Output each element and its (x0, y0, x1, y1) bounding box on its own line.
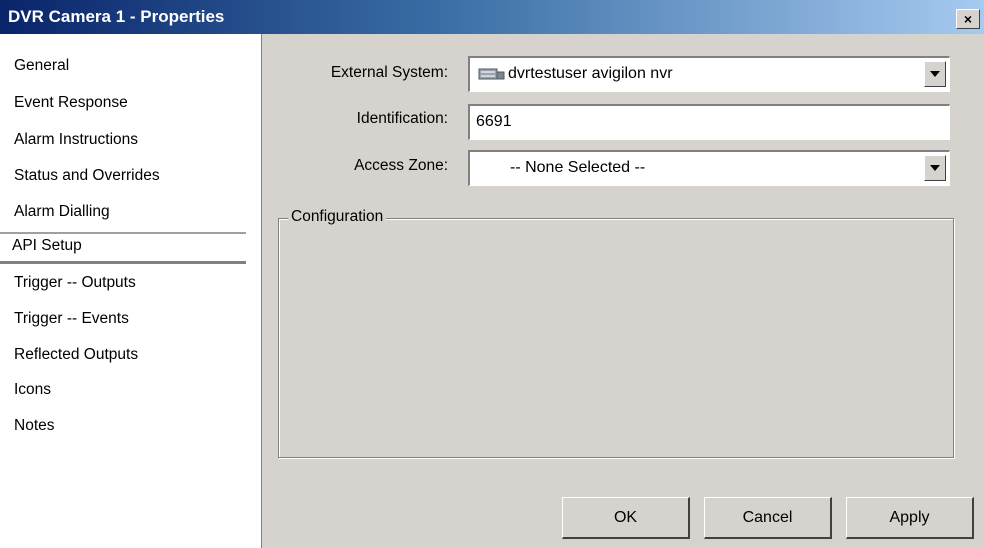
ok-button[interactable]: OK (562, 497, 690, 539)
sidebar-item-notes[interactable]: Notes (14, 411, 254, 441)
sidebar-item-reflected-outputs[interactable]: Reflected Outputs (14, 340, 254, 370)
sidebar-item-icons[interactable]: Icons (14, 375, 254, 405)
sidebar-item-api-setup[interactable]: API Setup (0, 232, 246, 264)
server-icon (478, 68, 505, 80)
access-zone-dropdown[interactable]: -- None Selected -- (468, 150, 950, 186)
external-system-value: dvrtestuser avigilon nvr (508, 65, 673, 82)
apply-button[interactable]: Apply (846, 497, 974, 539)
title-bar[interactable]: DVR Camera 1 - Properties × (0, 0, 984, 34)
identification-value: 6691 (476, 113, 512, 130)
sidebar-item-trigger-outputs[interactable]: Trigger -- Outputs (14, 268, 254, 298)
sidebar-item-status-and-overrides[interactable]: Status and Overrides (14, 161, 254, 191)
cancel-button[interactable]: Cancel (704, 497, 832, 539)
access-zone-value: -- None Selected -- (510, 159, 646, 176)
configuration-title: Configuration (288, 208, 387, 226)
window-title: DVR Camera 1 - Properties (8, 7, 225, 26)
identification-input[interactable]: 6691 (468, 104, 950, 140)
sidebar-item-event-response[interactable]: Event Response (14, 88, 254, 118)
sidebar-item-general[interactable]: General (14, 51, 254, 81)
chevron-down-icon[interactable] (924, 61, 946, 87)
external-system-label: External System: (330, 64, 448, 81)
chevron-down-icon[interactable] (924, 155, 946, 181)
sidebar-item-alarm-dialling[interactable]: Alarm Dialling (14, 197, 254, 227)
sidebar: General Event Response Alarm Instruction… (0, 34, 262, 548)
properties-window: DVR Camera 1 - Properties × General Even… (0, 0, 984, 548)
configuration-groupbox (278, 218, 954, 458)
access-zone-label: Access Zone: (354, 157, 448, 174)
close-icon: × (963, 11, 973, 27)
close-button[interactable]: × (956, 9, 980, 29)
sidebar-item-alarm-instructions[interactable]: Alarm Instructions (14, 125, 254, 155)
identification-label: Identification: (356, 110, 448, 127)
external-system-dropdown[interactable]: dvrtestuser avigilon nvr (468, 56, 950, 92)
sidebar-item-trigger-events[interactable]: Trigger -- Events (14, 304, 254, 334)
